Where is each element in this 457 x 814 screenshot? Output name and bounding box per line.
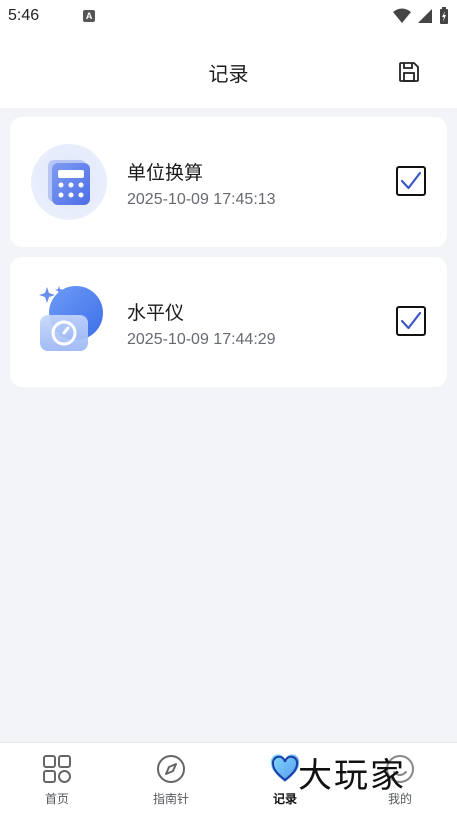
heart-icon — [270, 754, 300, 782]
record-time: 2025-10-09 17:45:13 — [127, 191, 276, 208]
signal-icon — [418, 9, 432, 23]
status-time: 5:46 — [8, 7, 40, 24]
nav-item-records[interactable]: 记录 — [228, 743, 342, 814]
page-title: 记录 — [208, 62, 249, 86]
save-icon — [399, 62, 419, 82]
record-checkbox[interactable] — [396, 166, 426, 196]
checkmark-icon — [400, 311, 422, 330]
nav-label: 指南针 — [152, 792, 189, 806]
wifi-icon — [393, 8, 411, 23]
checkmark-icon — [400, 171, 422, 190]
record-checkbox[interactable] — [396, 306, 426, 336]
save-button[interactable] — [397, 60, 421, 84]
status-bar: 5:46 A — [0, 0, 457, 32]
header: 记录 — [0, 32, 457, 108]
record-name: 单位换算 — [127, 162, 204, 184]
record-time: 2025-10-09 17:44:29 — [127, 331, 276, 348]
level-icon — [30, 283, 108, 361]
nav-item-home[interactable]: 首页 — [0, 743, 114, 814]
notification-icon: A — [83, 10, 96, 22]
nav-item-profile[interactable]: 我的 — [343, 743, 457, 814]
calculator-icon — [30, 143, 108, 221]
status-icons — [393, 7, 449, 25]
nav-item-compass[interactable]: 指南针 — [114, 743, 228, 814]
compass-icon — [157, 755, 185, 783]
record-item[interactable]: 水平仪 2025-10-09 17:44:29 — [10, 257, 447, 387]
profile-icon — [386, 755, 414, 783]
nav-label: 记录 — [272, 792, 297, 806]
record-item[interactable]: 单位换算 2025-10-09 17:45:13 — [10, 117, 447, 247]
nav-label: 首页 — [44, 792, 69, 806]
nav-label: 我的 — [387, 792, 412, 806]
bottom-nav: 首页 指南针 记录 我的 — [0, 742, 457, 814]
battery-icon — [440, 7, 448, 24]
grid-icon — [43, 755, 71, 783]
record-name: 水平仪 — [127, 302, 185, 324]
